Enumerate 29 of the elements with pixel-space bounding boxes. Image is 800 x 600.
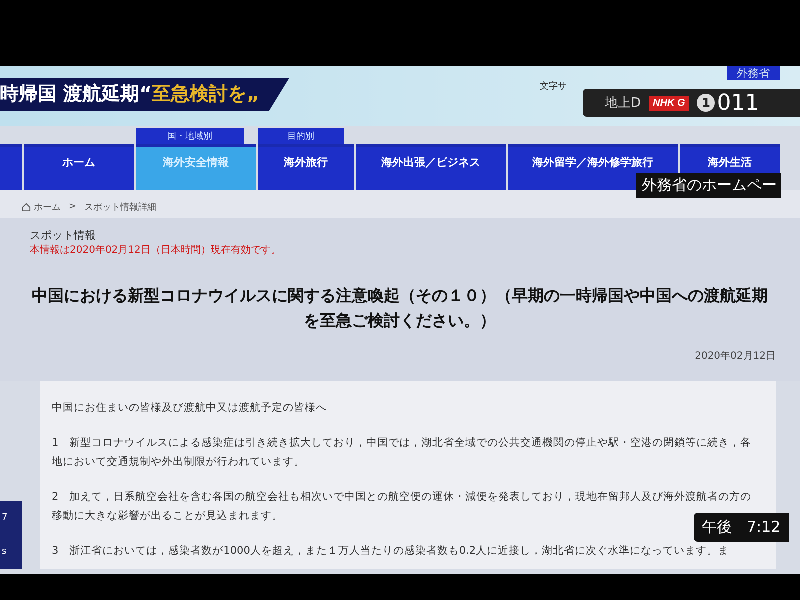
nav-tab[interactable]: 海外出張／ビジネス: [356, 144, 506, 190]
breadcrumb-link[interactable]: ホーム: [34, 200, 61, 214]
category-tag: 目的別: [258, 128, 344, 144]
tv-caption: 時帰国 渡航延期“至急検討を„: [0, 78, 290, 111]
network-label: 地上D: [605, 95, 642, 112]
body-paragraph: 1 新型コロナウイルスによる感染症は引き続き拡大しており，中国では，湖北省全域での公共交通機関の停止や駅・空港の閉鎖等に続き，各地において交通規制や外出制限が行われています。: [52, 436, 753, 470]
text-size-label: 文字サ: [540, 80, 567, 93]
publish-date: 2020年02月12日: [695, 350, 776, 363]
validity-notice: 本情報は2020年02月12日（日本時間）現在有効です。: [30, 244, 282, 257]
side-tab[interactable]: 7 s: [0, 501, 22, 569]
tv-clock: 午後 7:12: [694, 513, 789, 542]
channel-code: 011: [717, 90, 760, 116]
channel-logo: NHK G: [649, 96, 690, 110]
nav-tab-edge[interactable]: [0, 144, 22, 190]
category-tag: 国・地域別: [136, 128, 244, 144]
side-tab-text: s: [2, 547, 8, 557]
home-icon: [22, 202, 31, 212]
site-label: 外務省: [727, 66, 780, 80]
section-label: スポット情報: [30, 228, 97, 243]
nav-tab[interactable]: ホーム: [24, 144, 134, 190]
page-title: 中国における新型コロナウイルスに関する注意喚起（その１０）（早期の一時帰国や中国への渡航延期を至急ご検討ください。）: [31, 285, 769, 332]
breadcrumb-separator: >: [69, 202, 77, 212]
channel-number: 1: [697, 94, 716, 112]
subtitle-tooltip: 外務省のホームペー: [636, 173, 781, 198]
breadcrumb-current: スポット情報詳細: [84, 202, 157, 214]
body-paragraph: 中国にお住まいの皆様及び渡航中又は渡航予定の皆様へ: [52, 401, 328, 416]
body-paragraph: 3 浙江省においては，感染者数が1000人を超え，また１万人当たりの感染者数も0.2人に近接し，湖北省に次ぐ水準になっています。ま: [52, 544, 730, 559]
side-tab-text: 7: [2, 513, 9, 523]
nav-tab[interactable]: 海外旅行: [258, 144, 354, 190]
